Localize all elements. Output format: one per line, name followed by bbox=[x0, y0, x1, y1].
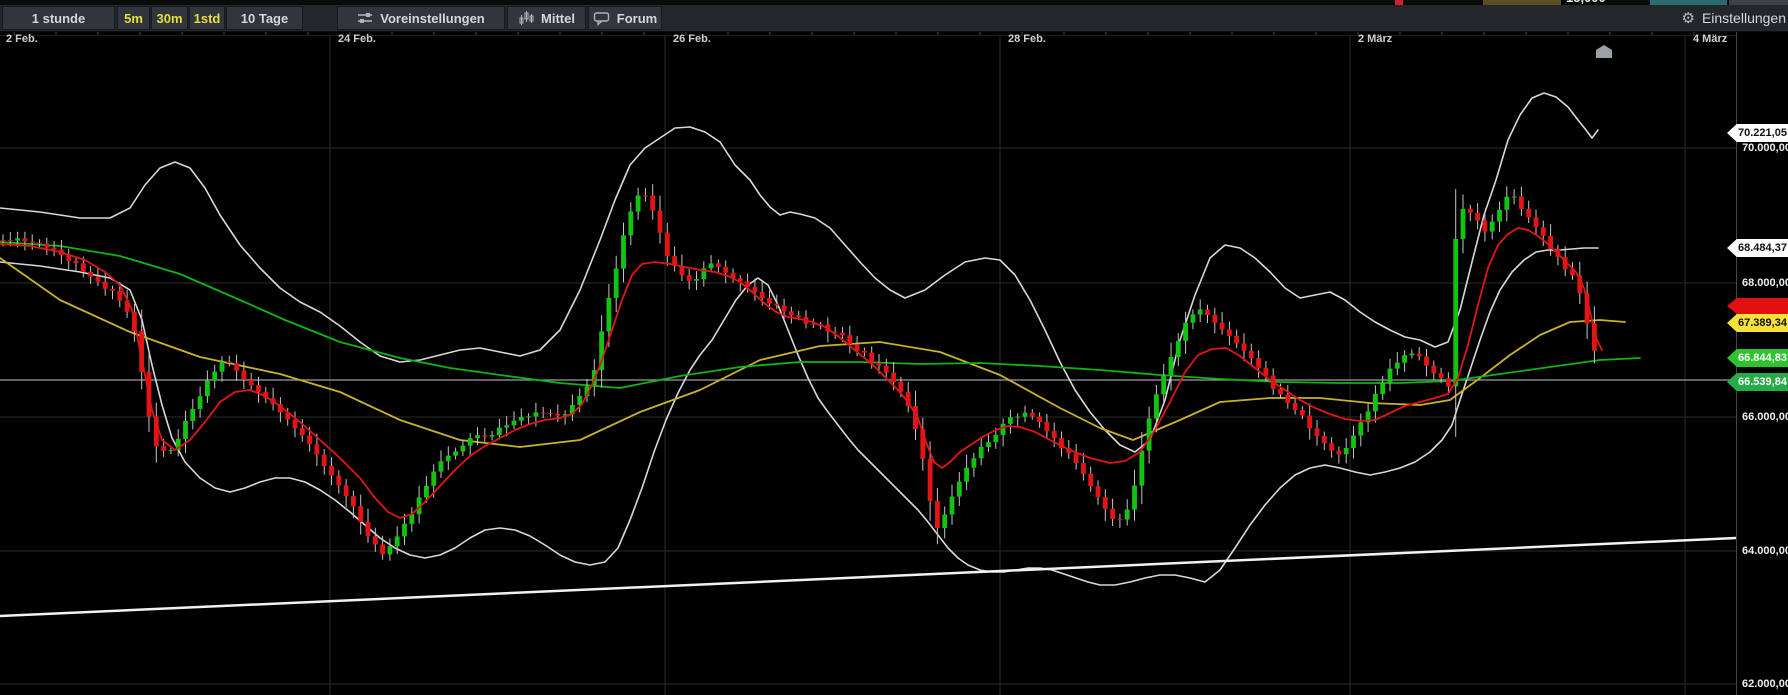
gear-icon: ⚙ bbox=[1681, 9, 1695, 27]
sliders-icon bbox=[357, 10, 373, 26]
clipped-upper-panel: 15,000 bbox=[0, 0, 1788, 5]
price-tag-6738934: 67.389,34 bbox=[1727, 314, 1788, 332]
price-tick-label: 70.000,00 bbox=[1742, 142, 1788, 154]
trading-app: 15,000 1 stunde 5m 30m 1std 10 Tage Vo bbox=[0, 0, 1788, 695]
forum-button[interactable]: Forum bbox=[588, 6, 662, 30]
date-label: 4 März bbox=[1693, 33, 1728, 45]
clipped-gray-block bbox=[1729, 0, 1788, 5]
date-label: 24 Feb. bbox=[338, 33, 376, 45]
date-label: 28 Feb. bbox=[1008, 33, 1046, 45]
chart-toolbar: 1 stunde 5m 30m 1std 10 Tage Voreinstell… bbox=[0, 5, 1788, 32]
timeframe-30m-label: 30m bbox=[156, 10, 183, 26]
range-label: 10 Tage bbox=[240, 10, 289, 26]
clipped-red-block bbox=[1395, 0, 1403, 5]
price-tag-red bbox=[1727, 298, 1788, 314]
einstellungen-button[interactable]: ⚙ Einstellungen bbox=[1673, 6, 1788, 30]
date-label: 2 März bbox=[1358, 33, 1393, 45]
clipped-value-label: 15,000 bbox=[1566, 0, 1646, 5]
timeframe-1std-label: 1std bbox=[193, 10, 221, 26]
medium-ma-line bbox=[0, 257, 1626, 448]
timeframe-5m-label: 5m bbox=[124, 10, 143, 26]
einstellungen-label: Einstellungen bbox=[1701, 10, 1786, 26]
fast-ma-line bbox=[0, 227, 1603, 519]
price-tag-6848437: 68.484,37 bbox=[1727, 239, 1788, 257]
timeframe-button[interactable]: 1 stunde bbox=[2, 6, 115, 30]
speech-bubble-icon bbox=[593, 10, 610, 26]
range-button[interactable]: 10 Tage bbox=[226, 6, 303, 30]
date-label: 26 Feb. bbox=[673, 33, 711, 45]
timeframe-5m-button[interactable]: 5m bbox=[117, 6, 150, 30]
chart-canvas[interactable]: 2 Feb. 24 Feb. 26 Feb. 28 Feb. 2 März 4 März bbox=[0, 31, 1736, 695]
forum-label: Forum bbox=[616, 10, 658, 26]
price-tick-label: 64.000,00 bbox=[1742, 545, 1788, 557]
candlestick-icon bbox=[518, 10, 534, 26]
bollinger-upper-line bbox=[0, 92, 1599, 453]
clipped-teal-block bbox=[1650, 0, 1727, 5]
voreinstellungen-button[interactable]: Voreinstellungen bbox=[337, 6, 505, 30]
timeframe-label: 1 stunde bbox=[31, 10, 86, 26]
price-tag-7022105: 70.221,05 bbox=[1727, 124, 1788, 142]
voreinstellungen-label: Voreinstellungen bbox=[380, 10, 485, 26]
candlestick-chart[interactable] bbox=[0, 31, 1736, 695]
price-tick-label: 66.000,00 bbox=[1742, 411, 1788, 423]
clipped-olive-block bbox=[1483, 0, 1561, 5]
trend-line[interactable] bbox=[0, 536, 1736, 618]
mittel-label: Mittel bbox=[541, 10, 575, 26]
price-tag-6653984: 66.539,84 bbox=[1727, 373, 1788, 391]
timeframe-1std-button[interactable]: 1std bbox=[189, 6, 225, 30]
mittel-button[interactable]: Mittel bbox=[507, 6, 586, 30]
price-tick-label: 62.000,00 bbox=[1742, 678, 1788, 690]
price-tick-label: 68.000,00 bbox=[1742, 277, 1788, 289]
date-label: 2 Feb. bbox=[6, 33, 38, 45]
timeframe-30m-button[interactable]: 30m bbox=[151, 6, 188, 30]
price-tag-6684483: 66.844,83 bbox=[1727, 349, 1788, 367]
